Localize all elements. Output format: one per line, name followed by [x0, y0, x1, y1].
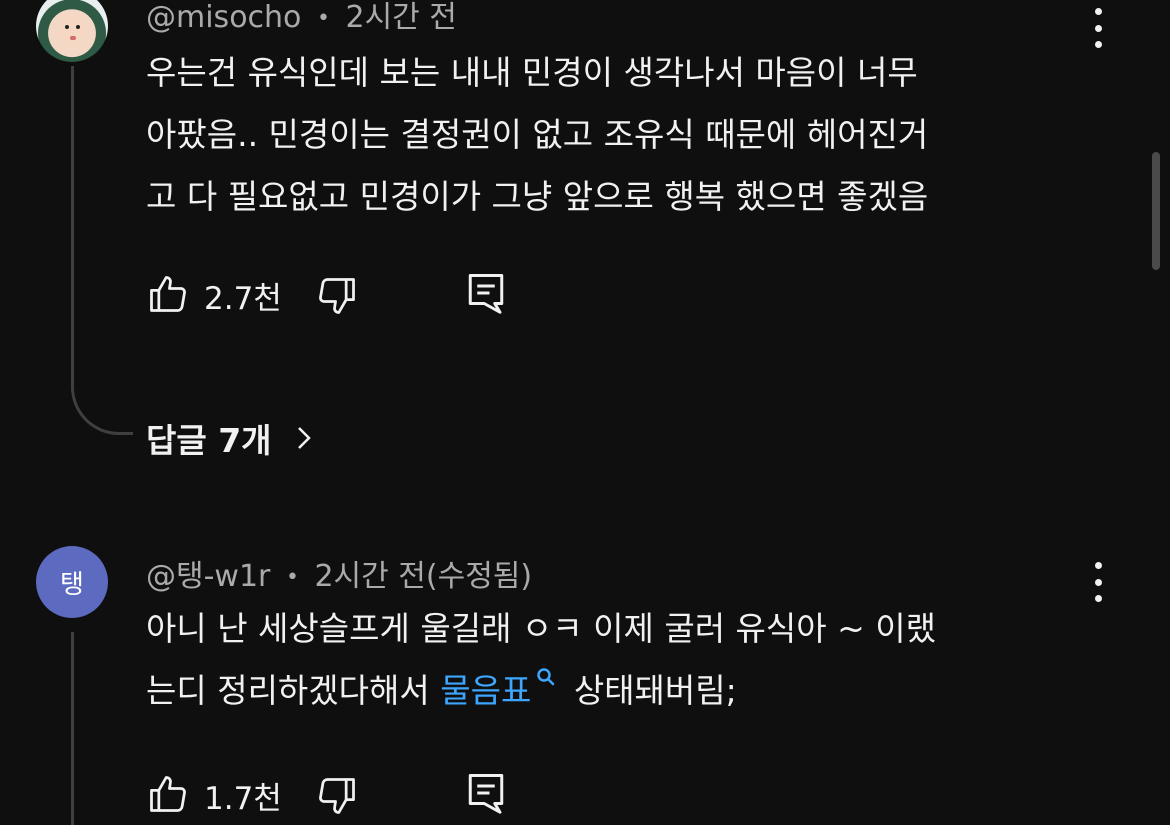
search-icon — [535, 666, 557, 688]
comment-line: 아팠음.. 민경이는 결정권이 없고 조유식 때문에 헤어진거 — [146, 115, 929, 154]
comment-line: 아니 난 세상슬프게 울길래 ㅇㅋ 이제 굴러 유식아 ~ 이랬 — [146, 609, 936, 648]
author-name[interactable]: @misocho — [146, 0, 301, 35]
scrollbar-thumb[interactable] — [1152, 152, 1160, 270]
reply-icon[interactable] — [465, 270, 507, 316]
dislike-icon[interactable] — [315, 774, 359, 818]
chevron-right-icon — [294, 423, 314, 453]
more-vert-icon[interactable] — [1088, 8, 1108, 48]
comment-meta: @탱-w1r • 2시간 전(수정됨) — [146, 551, 532, 595]
thread-connector — [71, 365, 133, 435]
avatar-taeng[interactable]: 탱 — [36, 546, 108, 618]
avatar-misocho[interactable] — [36, 0, 108, 62]
search-link-text: 물음표 — [440, 671, 532, 710]
dislike-icon[interactable] — [315, 274, 359, 318]
comment-time[interactable]: 2시간 전(수정됨) — [314, 559, 532, 594]
comment-text-segment: 는디 정리하겠다해서 — [146, 671, 441, 710]
comment-line: 고 다 필요없고 민경이가 그냥 앞으로 행복 했으면 좋겠음 — [146, 177, 929, 216]
comment-text-segment: 상태돼버림; — [563, 671, 737, 710]
thread-line — [71, 632, 74, 825]
comment-line: 우는건 유식인데 보는 내내 민경이 생각나서 마음이 너무 — [146, 53, 918, 92]
comment-meta: @misocho • 2시간 전 — [146, 0, 457, 36]
comment-text: 우는건 유식인데 보는 내내 민경이 생각나서 마음이 너무 아팠음.. 민경이… — [146, 42, 928, 228]
thread-line — [71, 66, 74, 391]
more-vert-icon[interactable] — [1088, 562, 1108, 602]
reply-icon[interactable] — [465, 770, 507, 816]
avatar-letter: 탱 — [60, 569, 84, 600]
author-name[interactable]: @탱-w1r — [146, 559, 270, 594]
meta-separator: • — [285, 565, 299, 590]
replies-label: 답글 7개 — [146, 421, 272, 460]
view-replies-button[interactable]: 답글 7개 — [146, 414, 314, 462]
like-count: 2.7천 — [204, 281, 282, 317]
meta-separator: • — [316, 6, 330, 31]
like-count: 1.7천 — [204, 781, 282, 817]
like-icon[interactable] — [146, 772, 190, 816]
comment-line: 는디 정리하겠다해서 물음표 상태돼버림; — [146, 660, 936, 722]
like-icon[interactable] — [146, 272, 190, 316]
comment-text: 아니 난 세상슬프게 울길래 ㅇㅋ 이제 굴러 유식아 ~ 이랬 는디 정리하겠… — [146, 598, 936, 722]
search-link[interactable]: 물음표 — [440, 668, 563, 710]
comment-time[interactable]: 2시간 전 — [345, 0, 456, 35]
